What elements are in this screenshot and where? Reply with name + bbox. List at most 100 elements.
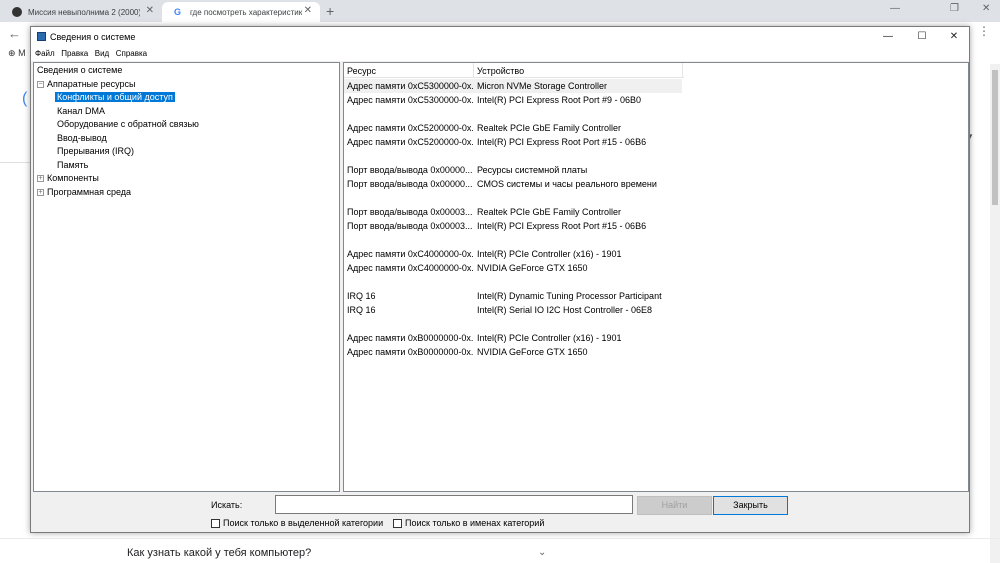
divider: [0, 162, 30, 163]
list-row[interactable]: Адрес памяти 0xC4000000-0x... NVIDIA GeFo…: [344, 261, 968, 275]
list-row[interactable]: Порт ввода/вывода 0x00003... Realtek PCIe…: [344, 205, 968, 219]
tree-item-irq[interactable]: Прерывания (IRQ): [57, 146, 134, 156]
browser-minimize-button[interactable]: —: [890, 3, 900, 14]
tree-item-software[interactable]: Программная среда: [47, 187, 131, 197]
tree-root[interactable]: Сведения о системе: [37, 65, 122, 75]
tree-item-memory[interactable]: Память: [57, 160, 88, 170]
list-row[interactable]: Порт ввода/вывода 0x00000... Ресурсы сист…: [344, 163, 968, 177]
menu-view[interactable]: Вид: [95, 49, 109, 58]
tab-title: где посмотреть характеристики...: [190, 7, 302, 17]
system-info-icon: [37, 32, 46, 41]
list-row[interactable]: Адрес памяти 0xC5300000-0x... Micron NVMe…: [344, 79, 682, 93]
list-row[interactable]: IRQ 16 Intel(R) Serial IO I2C Host Contro…: [344, 303, 968, 317]
checkbox-category-names[interactable]: Поиск только в именах категорий: [393, 518, 544, 528]
resource-cell: Адрес памяти 0xB0000000-0x...: [347, 347, 473, 357]
resource-cell: Адрес памяти 0xC4000000-0x...: [347, 263, 473, 273]
device-cell: Realtek PCIe GbE Family Controller: [477, 207, 622, 217]
list-row[interactable]: Адрес памяти 0xC5300000-0x... Intel(R) PC…: [344, 93, 968, 107]
search-label: Искать:: [211, 500, 243, 510]
device-cell: Intel(R) PCIe Controller (x16) - 1901: [477, 333, 622, 343]
tab-favicon-icon: [12, 7, 22, 17]
bookmark-item[interactable]: ⊕ М: [8, 48, 26, 59]
checkbox-box[interactable]: [211, 518, 220, 528]
category-tree[interactable]: Сведения о системе − Аппаратные ресурсы …: [33, 62, 340, 492]
resource-cell: Адрес памяти 0xC5200000-0x...: [347, 123, 473, 133]
device-cell: Ресурсы системной платы: [477, 165, 588, 175]
resource-cell: Адрес памяти 0xC5300000-0x...: [347, 95, 473, 105]
expand-icon[interactable]: +: [37, 175, 44, 182]
resource-cell: Адрес памяти 0xC4000000-0x...: [347, 249, 473, 259]
column-separator[interactable]: [473, 63, 474, 78]
list-row[interactable]: Адрес памяти 0xC5200000-0x... Intel(R) PC…: [344, 135, 968, 149]
column-header-resource[interactable]: Ресурс: [347, 66, 376, 76]
device-cell: Intel(R) Serial IO I2C Host Controller -…: [477, 305, 653, 315]
resource-cell: Порт ввода/вывода 0x00000...: [347, 165, 473, 175]
resource-cell: Адрес памяти 0xC5200000-0x...: [347, 137, 473, 147]
device-cell: Intel(R) PCIe Controller (x16) - 1901: [477, 249, 622, 259]
menu-bar: Файл Правка Вид Справка: [31, 47, 969, 61]
list-row[interactable]: Порт ввода/вывода 0x00000... CMOS системы…: [344, 177, 968, 191]
search-input[interactable]: [275, 495, 633, 514]
menu-file[interactable]: Файл: [35, 49, 55, 58]
device-cell: Intel(R) PCI Express Root Port #9 - 06B0: [477, 95, 642, 105]
list-header: Ресурс Устройство: [344, 63, 684, 78]
google-logo-icon: (: [22, 90, 28, 107]
resource-cell: Порт ввода/вывода 0x00003...: [347, 207, 473, 217]
tab-close-icon[interactable]: ✕: [304, 5, 312, 16]
list-row[interactable]: Адрес памяти 0xB0000000-0x... NVIDIA GeFo…: [344, 345, 968, 359]
browser-tab-active[interactable]: G где посмотреть характеристики... ✕: [162, 2, 320, 22]
menu-help[interactable]: Справка: [116, 49, 147, 58]
tree-item-dma[interactable]: Канал DMA: [57, 106, 105, 116]
browser-menu-icon[interactable]: ⋮: [978, 24, 990, 38]
resource-cell: Порт ввода/вывода 0x00003...: [347, 221, 473, 231]
checkbox-box[interactable]: [393, 518, 402, 528]
tree-item-hardware[interactable]: Аппаратные ресурсы: [47, 79, 136, 89]
list-row[interactable]: Адрес памяти 0xC4000000-0x... Intel(R) PC…: [344, 247, 968, 261]
tree-item-conflicts[interactable]: Конфликты и общий доступ: [55, 92, 175, 102]
window-titlebar[interactable]: Сведения о системе — ☐ ✕: [31, 27, 969, 47]
globe-icon: ⊕: [8, 48, 16, 58]
browser-close-button[interactable]: ✕: [982, 3, 990, 14]
browser-tab-bar: Миссия невыполнима 2 (2000) с... ✕ G где…: [0, 0, 1000, 22]
column-header-device[interactable]: Устройство: [477, 66, 524, 76]
new-tab-button[interactable]: +: [326, 3, 334, 19]
browser-maximize-button[interactable]: ❐: [950, 3, 959, 14]
list-row[interactable]: Адрес памяти 0xC5200000-0x... Realtek PCI…: [344, 121, 968, 135]
chevron-down-icon[interactable]: ⌄: [538, 547, 546, 558]
page-scrollbar-thumb[interactable]: [992, 70, 998, 205]
back-arrow-icon[interactable]: ←: [8, 26, 21, 41]
device-cell: Intel(R) PCI Express Root Port #15 - 06B…: [477, 137, 647, 147]
tree-item-components[interactable]: Компоненты: [47, 173, 99, 183]
tree-item-forced-hardware[interactable]: Оборудование с обратной связью: [57, 119, 199, 129]
menu-edit[interactable]: Правка: [61, 49, 88, 58]
collapse-icon[interactable]: −: [37, 81, 44, 88]
column-separator[interactable]: [682, 63, 683, 78]
tab-title: Миссия невыполнима 2 (2000) с...: [28, 7, 140, 17]
find-button[interactable]: Найти: [637, 496, 712, 515]
google-icon: G: [174, 7, 182, 17]
resource-cell: Порт ввода/вывода 0x00000...: [347, 179, 473, 189]
tree-item-label: Конфликты и общий доступ: [55, 92, 175, 102]
close-button[interactable]: Закрыть: [713, 496, 788, 515]
tab-close-icon[interactable]: ✕: [146, 5, 154, 16]
list-row[interactable]: Порт ввода/вывода 0x00003... Intel(R) PCI…: [344, 219, 968, 233]
list-row[interactable]: IRQ 16 Intel(R) Dynamic Tuning Processor …: [344, 289, 968, 303]
details-list[interactable]: Ресурс Устройство Адрес памяти 0xC530000…: [343, 62, 969, 492]
related-question[interactable]: Как узнать какой у тебя компьютер?: [127, 547, 311, 559]
expand-icon[interactable]: +: [37, 189, 44, 196]
divider: [0, 538, 1000, 539]
device-cell: Realtek PCIe GbE Family Controller: [477, 123, 622, 133]
device-cell: CMOS системы и часы реального времени: [477, 179, 657, 189]
checkbox-selected-category[interactable]: Поиск только в выделенной категории: [211, 518, 383, 528]
tree-item-io[interactable]: Ввод-вывод: [57, 133, 107, 143]
close-window-button[interactable]: ✕: [939, 29, 969, 45]
minimize-button[interactable]: —: [873, 29, 903, 45]
browser-tab[interactable]: Миссия невыполнима 2 (2000) с... ✕: [0, 2, 162, 22]
device-cell: Intel(R) PCI Express Root Port #15 - 06B…: [477, 221, 647, 231]
device-cell: Micron NVMe Storage Controller: [477, 81, 608, 91]
resource-cell: IRQ 16: [347, 305, 376, 315]
window-title: Сведения о системе: [50, 32, 136, 42]
maximize-button[interactable]: ☐: [907, 29, 937, 45]
list-row[interactable]: Адрес памяти 0xB0000000-0x... Intel(R) PC…: [344, 331, 968, 345]
resource-cell: Адрес памяти 0xB0000000-0x...: [347, 333, 473, 343]
